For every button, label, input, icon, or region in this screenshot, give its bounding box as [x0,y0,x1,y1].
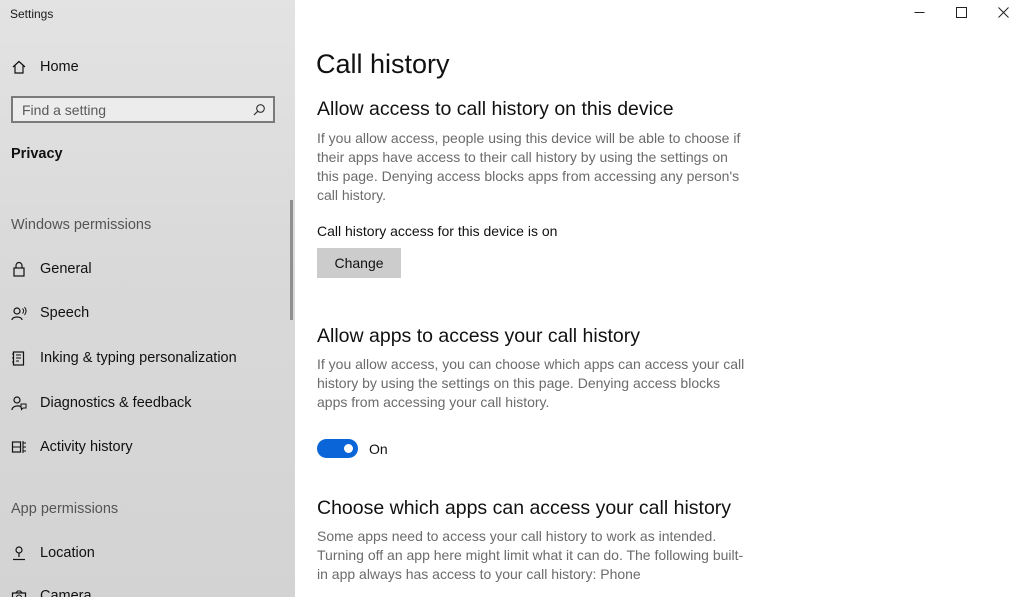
close-icon [997,5,1009,23]
sidebar-item-location[interactable]: Location [0,535,290,571]
speech-icon [10,304,28,322]
camera-icon [10,587,28,597]
location-icon [10,544,28,562]
minimize-icon [914,5,925,23]
apps-access-heading: Allow apps to access your call history [317,325,640,347]
sidebar-item-home[interactable]: Home [0,49,290,85]
minimize-button[interactable] [898,0,940,28]
group-heading-app-permissions: App permissions [11,501,119,517]
sidebar-item-label: General [40,261,92,277]
apps-access-description: If you allow access, you can choose whic… [317,356,745,410]
sidebar-item-camera[interactable]: Camera [0,578,290,597]
sidebar-item-label: Speech [40,305,90,321]
window-controls [898,0,1024,28]
sidebar-item-speech[interactable]: Speech [0,295,290,331]
sidebar: Settings Home Privacy Windows permission… [0,0,295,597]
sidebar-item-general[interactable]: General [0,251,290,287]
sidebar-item-label: Home [40,59,79,75]
choose-apps-description: Some apps need to access your call histo… [317,528,744,582]
toggle-state-label: On [369,441,388,457]
choose-apps-heading: Choose which apps can access your call h… [317,497,732,519]
current-section-label: Privacy [11,146,63,162]
group-heading-windows-permissions: Windows permissions [11,217,152,233]
search-box [11,96,275,123]
sidebar-item-inking-typing[interactable]: Inking & typing personalization [0,340,290,376]
settings-window: Settings Home Privacy Windows permission… [0,0,1024,597]
inking-icon [10,349,28,367]
apps-access-toggle[interactable] [317,439,358,458]
sidebar-item-activity-history[interactable]: Activity history [0,429,290,465]
device-access-heading: Allow access to call history on this dev… [317,98,674,120]
toggle-knob [344,444,353,453]
change-button[interactable]: Change [317,248,401,278]
search-input[interactable] [13,97,251,122]
home-icon [10,58,28,76]
sidebar-item-label: Camera [40,588,92,597]
page-title: Call history [316,49,450,79]
close-button[interactable] [982,0,1024,28]
maximize-icon [955,5,967,23]
sidebar-item-label: Location [40,545,95,561]
sidebar-item-diagnostics-feedback[interactable]: Diagnostics & feedback [0,385,290,421]
device-access-status: Call history access for this device is o… [317,223,558,239]
app-title: Settings [10,7,54,21]
main-content: Call history Allow access to call histor… [295,0,1024,597]
sidebar-scrollbar[interactable] [290,200,293,320]
feedback-icon [10,394,28,412]
search-icon[interactable] [251,102,267,118]
activity-icon [10,438,28,456]
sidebar-item-label: Diagnostics & feedback [40,395,192,411]
sidebar-item-label: Inking & typing personalization [40,350,237,366]
device-access-description: If you allow access, people using this d… [317,130,741,203]
lock-icon [10,260,28,278]
sidebar-item-label: Activity history [40,439,133,455]
maximize-button[interactable] [940,0,982,28]
